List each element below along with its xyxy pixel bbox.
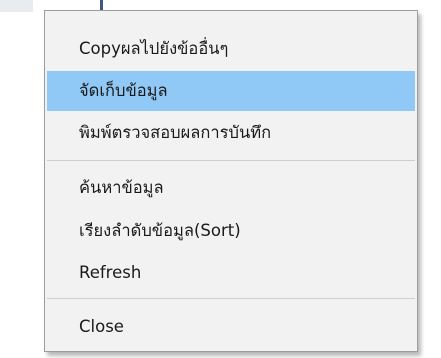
menu-item-copy-results[interactable]: Copyผลไปยังข้ออื่นๆ (47, 29, 415, 69)
menu-item-label: Refresh (79, 262, 142, 282)
menu-item-close[interactable]: Close (47, 306, 415, 346)
menu-separator (47, 298, 415, 299)
context-menu: Copyผลไปยังข้ออื่นๆ จัดเก็บข้อมูล พิมพ์ต… (44, 10, 418, 352)
menu-item-print-check[interactable]: พิมพ์ตรวจสอบผลการบันทึก (47, 113, 415, 153)
menu-item-sort-data[interactable]: เรียงลำดับข้อมูล(Sort) (47, 211, 415, 251)
menu-item-label: พิมพ์ตรวจสอบผลการบันทึก (79, 123, 272, 142)
background-panel (103, 0, 441, 10)
menu-item-refresh[interactable]: Refresh (47, 252, 415, 292)
menu-item-save-data[interactable]: จัดเก็บข้อมูล (47, 71, 415, 111)
menu-item-label: จัดเก็บข้อมูล (79, 81, 168, 100)
background-toolbar-fragment (0, 0, 33, 12)
menu-item-label: เรียงลำดับข้อมูล(Sort) (79, 221, 241, 240)
menu-separator (47, 160, 415, 161)
menu-item-search-data[interactable]: ค้นหาข้อมูล (47, 168, 415, 208)
menu-item-label: ค้นหาข้อมูล (79, 178, 164, 197)
menu-item-label: Copyผลไปยังข้ออื่นๆ (79, 39, 229, 58)
menu-item-label: Close (79, 316, 124, 336)
